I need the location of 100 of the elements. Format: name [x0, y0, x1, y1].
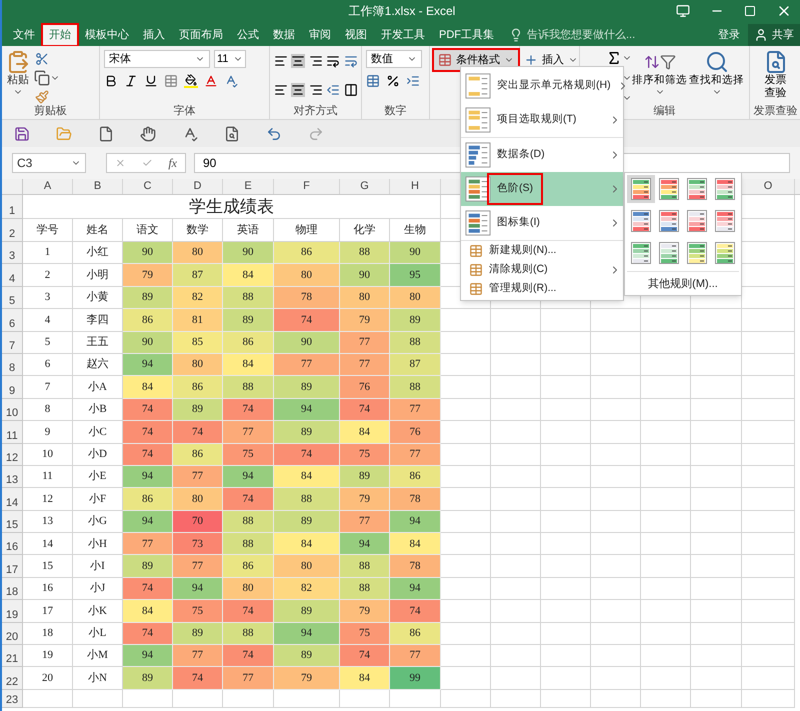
score-cell: 75 [223, 444, 274, 466]
score-cell: 77 [340, 510, 390, 534]
score-cell: 99 [390, 667, 441, 690]
score-cell: 94 [340, 533, 390, 556]
table-cell: 6 [23, 354, 73, 376]
score-cell: 94 [123, 354, 173, 376]
score-cell: 77 [390, 444, 441, 466]
table-cell: 11 [23, 466, 73, 488]
score-cell: 88 [390, 332, 441, 354]
score-cell: 82 [173, 286, 223, 310]
score-cell: 89 [274, 510, 340, 534]
score-cell: 89 [173, 622, 223, 646]
score-cell: 89 [123, 286, 173, 310]
column-heading-cell: 姓名 [73, 219, 123, 242]
group-label: 发票查验 [754, 105, 798, 118]
score-cell: 90 [390, 242, 441, 264]
table-cell: 3 [23, 286, 73, 310]
score-cell: 74 [223, 398, 274, 422]
score-cell: 88 [274, 488, 340, 511]
score-cell: 84 [274, 533, 340, 556]
score-cell: 89 [274, 600, 340, 623]
score-cell: 89 [274, 645, 340, 668]
score-cell: 76 [340, 376, 390, 399]
score-cell: 94 [123, 645, 173, 668]
score-cell: 87 [390, 354, 441, 376]
table-cell: 5 [23, 332, 73, 354]
score-cell: 73 [173, 533, 223, 556]
score-cell: 94 [390, 510, 441, 534]
score-cell: 84 [123, 600, 173, 623]
score-cell: 74 [123, 578, 173, 600]
group-label: 数字 [384, 105, 406, 118]
table-cell: 14 [23, 533, 73, 556]
score-cell: 76 [390, 421, 441, 444]
window-title: 工作簿1.xlsx - Excel [348, 3, 456, 20]
score-cell: 74 [340, 398, 390, 422]
score-cell: 75 [173, 600, 223, 623]
score-cell: 94 [123, 466, 173, 488]
score-cell: 88 [223, 510, 274, 534]
score-cell: 77 [274, 354, 340, 376]
score-cell: 89 [390, 309, 441, 332]
score-cell: 74 [274, 309, 340, 332]
score-cell: 75 [340, 622, 390, 646]
score-cell: 80 [173, 242, 223, 264]
score-cell: 74 [340, 645, 390, 668]
score-cell: 80 [340, 286, 390, 310]
score-cell: 74 [223, 600, 274, 623]
score-cell: 80 [274, 264, 340, 287]
score-cell: 84 [223, 354, 274, 376]
score-cell: 94 [274, 622, 340, 646]
score-cell: 77 [123, 533, 173, 556]
table-cell: 12 [23, 488, 73, 511]
score-cell: 77 [340, 354, 390, 376]
score-cell: 80 [173, 354, 223, 376]
group-label: 编辑 [654, 105, 676, 118]
score-cell: 89 [274, 421, 340, 444]
score-cell: 74 [223, 645, 274, 668]
table-cell: 2 [23, 264, 73, 287]
table-cell: 8 [23, 398, 73, 422]
table-cell: 15 [23, 555, 73, 578]
sheet-title: 学生成绩表 [189, 196, 274, 218]
score-cell: 74 [123, 622, 173, 646]
table-cell: 16 [23, 578, 73, 600]
score-cell: 77 [173, 645, 223, 668]
table-cell: 4 [23, 309, 73, 332]
score-cell: 79 [123, 264, 173, 287]
score-cell: 78 [274, 286, 340, 310]
table-cell: 20 [23, 667, 73, 690]
score-cell: 88 [340, 578, 390, 600]
score-cell: 74 [123, 398, 173, 422]
score-cell: 77 [223, 667, 274, 690]
score-cell: 80 [390, 286, 441, 310]
score-cell: 84 [123, 376, 173, 399]
score-cell: 77 [390, 398, 441, 422]
score-cell: 90 [123, 332, 173, 354]
score-cell: 80 [223, 578, 274, 600]
score-cell: 86 [223, 555, 274, 578]
score-cell: 77 [173, 555, 223, 578]
score-cell: 81 [173, 309, 223, 332]
score-cell: 90 [223, 242, 274, 264]
score-cell: 79 [340, 488, 390, 511]
score-cell: 89 [123, 555, 173, 578]
score-cell: 89 [274, 376, 340, 399]
group-label: 字体 [174, 105, 196, 118]
score-cell: 70 [173, 510, 223, 534]
score-cell: 74 [173, 421, 223, 444]
score-cell: 88 [223, 376, 274, 399]
score-cell: 95 [390, 264, 441, 287]
score-cell: 75 [340, 444, 390, 466]
score-cell: 82 [274, 578, 340, 600]
score-cell: 89 [223, 309, 274, 332]
score-cell: 88 [223, 533, 274, 556]
score-cell: 74 [173, 667, 223, 690]
score-cell: 80 [173, 488, 223, 511]
score-cell: 80 [274, 555, 340, 578]
score-cell: 84 [340, 421, 390, 444]
group-label: 剪贴板 [34, 105, 67, 118]
score-cell: 78 [390, 488, 441, 511]
score-cell: 79 [340, 309, 390, 332]
score-cell: 89 [340, 466, 390, 488]
score-cell: 86 [390, 466, 441, 488]
